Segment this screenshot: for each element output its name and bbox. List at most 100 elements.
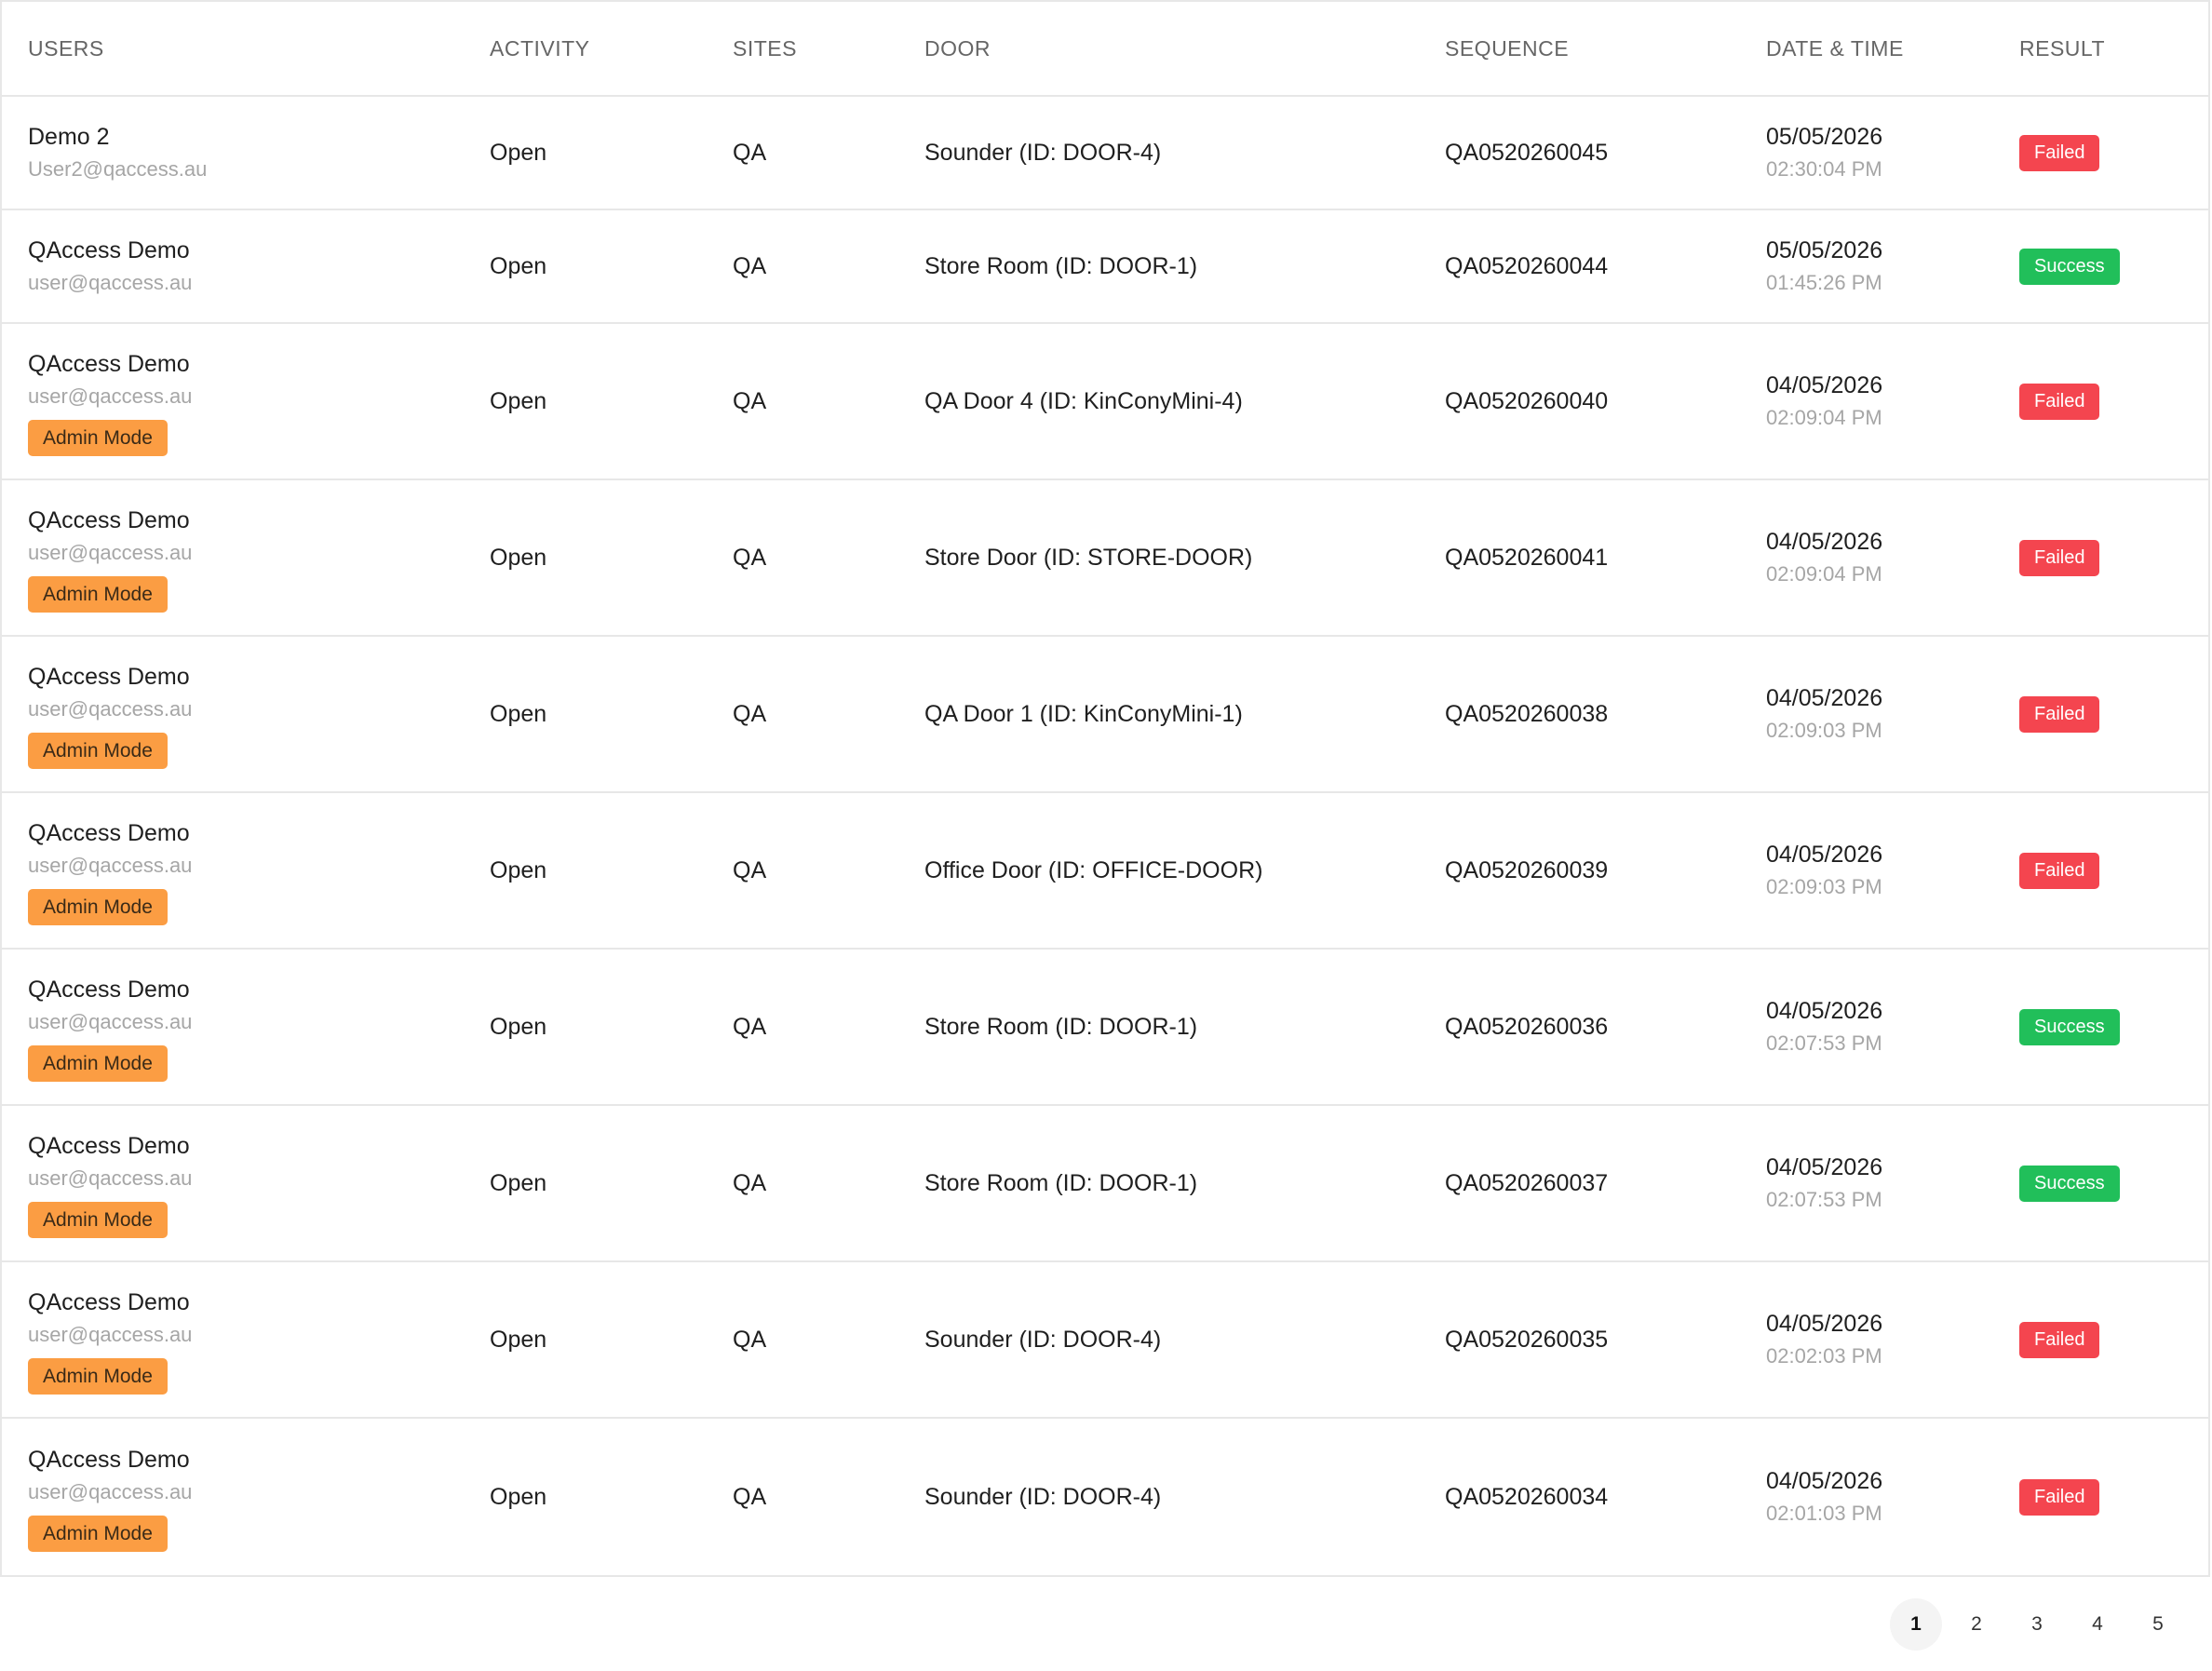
result-badge: Failed	[2019, 852, 2100, 889]
time-value: 02:30:04 PM	[1766, 157, 1882, 181]
table-row[interactable]: QAccess Demo user@qaccess.au Admin Mode Ope…	[2, 324, 2208, 480]
user-email: user@qaccess.au	[28, 271, 193, 294]
activity-value: Open	[490, 1014, 547, 1040]
sequence-value: QA0520260038	[1445, 701, 1609, 727]
date-value: 05/05/2026	[1766, 124, 1883, 150]
table-row[interactable]: QAccess Demo user@qaccess.au Admin Mode Ope…	[2, 1262, 2208, 1419]
user-cell: QAccess Demo user@qaccess.au Admin Mode	[28, 1262, 192, 1417]
site-value: QA	[733, 1484, 767, 1510]
sequence-value: QA0520260039	[1445, 857, 1609, 883]
column-header-door[interactable]: DOOR	[924, 36, 991, 61]
sequence-value: QA0520260034	[1445, 1484, 1609, 1510]
sequence-value: QA0520260037	[1445, 1170, 1609, 1196]
date-value: 04/05/2026	[1766, 1154, 1883, 1180]
user-email: user@qaccess.au	[28, 540, 193, 564]
door-value: Store Room (ID: DOOR-1)	[924, 253, 1198, 279]
table-row[interactable]: QAccess Demo user@qaccess.au Admin Mode Ope…	[2, 793, 2208, 950]
table-row[interactable]: QAccess Demo user@qaccess.au Admin Mode Ope…	[2, 480, 2208, 637]
table-row[interactable]: Demo 2 User2@qaccess.au Open QA Sounder (ID:…	[2, 97, 2208, 210]
table-body: Demo 2 User2@qaccess.au Open QA Sounder (ID:…	[2, 97, 2208, 1575]
door-value: Store Room (ID: DOOR-1)	[924, 1170, 1198, 1196]
admin-mode-badge: Admin Mode	[28, 732, 168, 769]
admin-mode-badge: Admin Mode	[28, 575, 168, 613]
door-value: Store Door (ID: STORE-DOOR)	[924, 545, 1253, 571]
sequence-value: QA0520260035	[1445, 1327, 1609, 1353]
door-value: Sounder (ID: DOOR-4)	[924, 140, 1162, 166]
user-name: QAccess Demo	[28, 663, 190, 690]
page-button-1[interactable]: 1	[1890, 1598, 1942, 1651]
user-name: QAccess Demo	[28, 1132, 190, 1159]
door-value: QA Door 1 (ID: KinConyMini-1)	[924, 701, 1243, 727]
admin-mode-badge: Admin Mode	[28, 888, 168, 925]
result-badge: Failed	[2019, 1321, 2100, 1358]
site-value: QA	[733, 1170, 767, 1196]
result-badge: Success	[2019, 1008, 2120, 1045]
user-name: QAccess Demo	[28, 976, 190, 1003]
table-header: USERS ACTIVITY SITES DOOR SEQUENCE DATE …	[2, 2, 2208, 97]
table-row[interactable]: QAccess Demo user@qaccess.au Admin Mode Ope…	[2, 950, 2208, 1106]
activity-value: Open	[490, 545, 547, 571]
door-value: Store Room (ID: DOOR-1)	[924, 1014, 1198, 1040]
user-email: user@qaccess.au	[28, 1166, 193, 1190]
page-button-2[interactable]: 2	[1950, 1598, 2003, 1651]
user-name: QAccess Demo	[28, 1446, 190, 1473]
column-header-users[interactable]: USERS	[28, 36, 104, 61]
result-badge: Failed	[2019, 134, 2100, 171]
page-button-4[interactable]: 4	[2071, 1598, 2124, 1651]
user-cell: QAccess Demo user@qaccess.au Admin Mode	[28, 950, 192, 1104]
column-header-sites[interactable]: SITES	[733, 36, 797, 61]
user-email: user@qaccess.au	[28, 1479, 193, 1503]
user-email: User2@qaccess.au	[28, 157, 208, 181]
user-name: QAccess Demo	[28, 506, 190, 533]
time-value: 02:09:04 PM	[1766, 562, 1882, 586]
sequence-value: QA0520260036	[1445, 1014, 1609, 1040]
date-value: 04/05/2026	[1766, 842, 1883, 868]
sequence-value: QA0520260040	[1445, 388, 1609, 414]
time-value: 02:09:03 PM	[1766, 719, 1882, 742]
result-badge: Success	[2019, 1165, 2120, 1202]
site-value: QA	[733, 253, 767, 279]
result-badge: Failed	[2019, 1478, 2100, 1516]
date-value: 04/05/2026	[1766, 998, 1883, 1024]
site-value: QA	[733, 140, 767, 166]
user-cell: Demo 2 User2@qaccess.au	[28, 97, 207, 209]
table-row[interactable]: QAccess Demo user@qaccess.au Admin Mode Ope…	[2, 1419, 2208, 1575]
page-button-3[interactable]: 3	[2011, 1598, 2063, 1651]
user-name: QAccess Demo	[28, 1288, 190, 1315]
column-header-sequence[interactable]: SEQUENCE	[1445, 36, 1569, 61]
user-email: user@qaccess.au	[28, 1322, 193, 1346]
time-value: 02:07:53 PM	[1766, 1188, 1882, 1211]
user-email: user@qaccess.au	[28, 696, 193, 721]
result-badge: Failed	[2019, 695, 2100, 733]
user-email: user@qaccess.au	[28, 1009, 193, 1033]
user-cell: QAccess Demo user@qaccess.au Admin Mode	[28, 1106, 192, 1260]
date-value: 04/05/2026	[1766, 529, 1883, 555]
column-header-result[interactable]: RESULT	[2019, 36, 2105, 61]
activity-value: Open	[490, 253, 547, 279]
table-row[interactable]: QAccess Demo user@qaccess.au Admin Mode Ope…	[2, 637, 2208, 793]
table-row[interactable]: QAccess Demo user@qaccess.au Open QA Store R…	[2, 210, 2208, 324]
activity-value: Open	[490, 857, 547, 883]
time-value: 02:01:03 PM	[1766, 1502, 1882, 1525]
column-header-date-time[interactable]: DATE & TIME	[1766, 36, 1904, 61]
door-value: Sounder (ID: DOOR-4)	[924, 1484, 1162, 1510]
activity-value: Open	[490, 1327, 547, 1353]
result-badge: Failed	[2019, 539, 2100, 576]
admin-mode-badge: Admin Mode	[28, 1201, 168, 1238]
door-value: Sounder (ID: DOOR-4)	[924, 1327, 1162, 1353]
user-name: QAccess Demo	[28, 819, 190, 846]
page-button-5[interactable]: 5	[2132, 1598, 2184, 1651]
activity-log-table: USERS ACTIVITY SITES DOOR SEQUENCE DATE …	[0, 0, 2210, 1577]
admin-mode-badge: Admin Mode	[28, 1044, 168, 1082]
site-value: QA	[733, 545, 767, 571]
user-name: Demo 2	[28, 124, 110, 150]
table-row[interactable]: QAccess Demo user@qaccess.au Admin Mode Ope…	[2, 1106, 2208, 1262]
column-header-activity[interactable]: ACTIVITY	[490, 36, 590, 61]
time-value: 02:09:04 PM	[1766, 406, 1882, 429]
user-name: QAccess Demo	[28, 350, 190, 377]
activity-value: Open	[490, 701, 547, 727]
sequence-value: QA0520260041	[1445, 545, 1609, 571]
activity-value: Open	[490, 1484, 547, 1510]
activity-value: Open	[490, 140, 547, 166]
site-value: QA	[733, 1327, 767, 1353]
